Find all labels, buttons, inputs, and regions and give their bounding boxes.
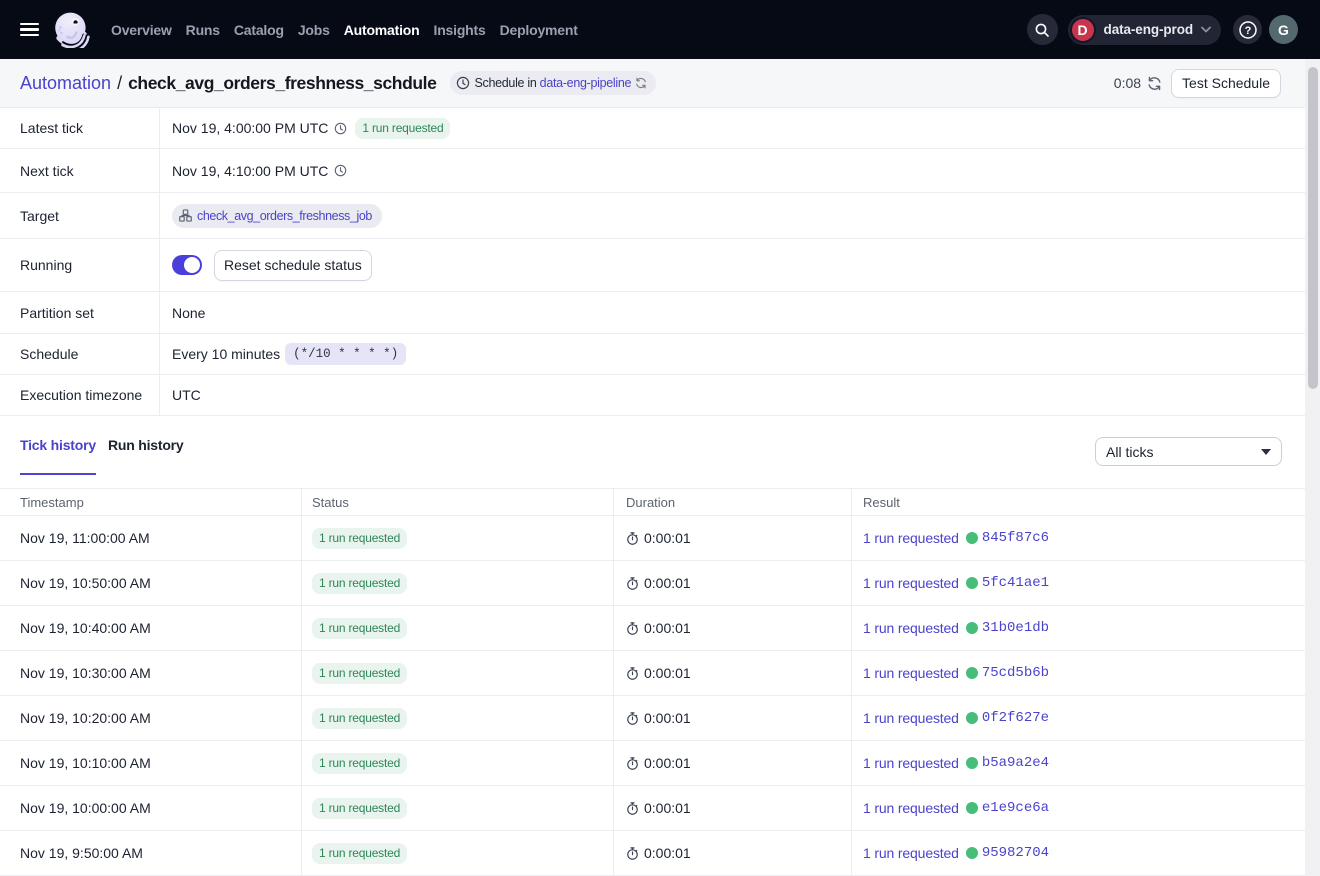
svg-text:?: ? <box>1244 25 1251 37</box>
